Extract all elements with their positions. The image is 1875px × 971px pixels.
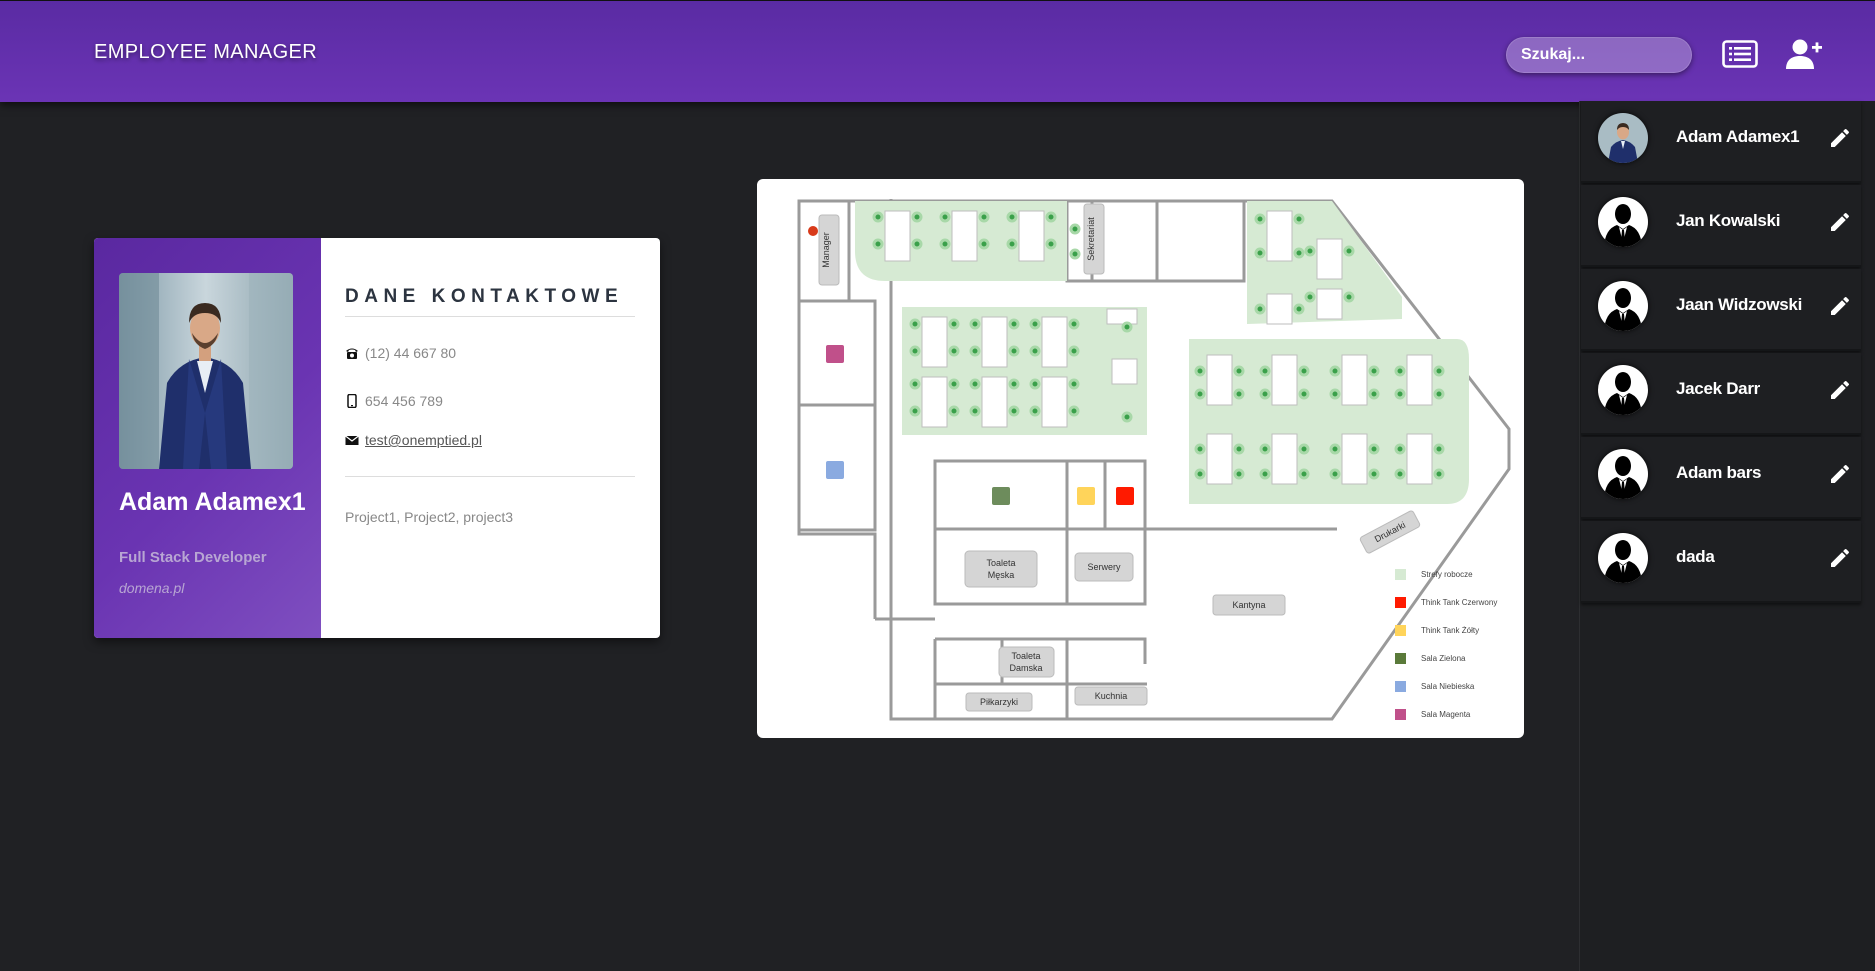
employee-list-item[interactable]: Jan Kowalski [1581, 185, 1861, 267]
user-silhouette-icon [1598, 197, 1648, 247]
mobile-phone-icon [345, 394, 359, 408]
avatar [1598, 533, 1648, 583]
employee-card: Adam Adamex1 Full Stack Developer domena… [94, 238, 660, 638]
add-employee-button[interactable] [1784, 36, 1824, 72]
add-user-icon [1786, 39, 1822, 69]
user-silhouette-icon [1598, 365, 1648, 415]
legend-think-tank-czerwony: Think Tank Czerwony [1421, 598, 1497, 607]
room-kuchnia: Kuchnia [1095, 691, 1128, 701]
avatar [1598, 365, 1648, 415]
legend-sala-magenta: Sala Magenta [1421, 710, 1471, 719]
user-silhouette-icon [1598, 449, 1648, 499]
office-floor-plan: Manager Sekretariat Toaleta Męska Serwer… [757, 179, 1524, 738]
employee-photo [119, 273, 293, 469]
room-sekretariat: Sekretariat [1086, 217, 1096, 261]
employee-job-title: Full Stack Developer [119, 549, 267, 566]
employee-list-item[interactable]: Adam bars [1581, 437, 1861, 519]
legend-strefy: Strefy robocze [1421, 570, 1473, 579]
list-icon [1722, 40, 1758, 68]
pencil-icon [1831, 548, 1849, 567]
room-toaleta-damska-1: Toaleta [1011, 651, 1040, 661]
edit-button[interactable] [1828, 210, 1852, 234]
phone-icon [345, 346, 359, 360]
room-toaleta-damska-2: Damska [1009, 663, 1042, 673]
avatar [1598, 197, 1648, 247]
legend-think-tank-zolty: Think Tank Żółty [1421, 626, 1479, 635]
employee-list-button[interactable] [1720, 36, 1760, 72]
card-left-panel: Adam Adamex1 Full Stack Developer domena… [94, 238, 321, 638]
divider [345, 476, 635, 477]
pencil-icon [1831, 128, 1849, 147]
user-silhouette-icon [1598, 533, 1648, 583]
employee-domain: domena.pl [119, 580, 185, 596]
edit-button[interactable] [1828, 462, 1852, 486]
pencil-icon [1831, 212, 1849, 231]
edit-button[interactable] [1828, 378, 1852, 402]
room-pilkarzyki: Piłkarzyki [980, 697, 1018, 707]
legend-sala-zielona: Sala Zielona [1421, 654, 1466, 663]
edit-button[interactable] [1828, 126, 1852, 150]
user-silhouette-icon [1598, 281, 1648, 331]
employee-list-item[interactable]: Adam Adamex1 [1581, 101, 1861, 183]
employee-list-name: Jacek Darr [1676, 379, 1760, 398]
app-title[interactable]: EMPLOYEE MANAGER [94, 41, 317, 64]
room-toaleta-meska-1: Toaleta [986, 558, 1015, 568]
mobile-row: 654 456 789 [345, 393, 443, 409]
room-manager: Manager [821, 232, 831, 268]
employee-list-name: Adam Adamex1 [1676, 127, 1800, 146]
mobile-number: 654 456 789 [365, 393, 443, 409]
email-link[interactable]: test@onemptied.pl [365, 432, 482, 448]
contact-panel: DANE KONTAKTOWE (12) 44 667 80 654 456 7… [345, 238, 635, 638]
employee-name: Adam Adamex1 [119, 488, 306, 516]
employee-list-item[interactable]: Jacek Darr [1581, 353, 1861, 435]
avatar [1598, 449, 1648, 499]
legend-sala-niebieska: Sala Niebieska [1421, 682, 1475, 691]
room-kantyna: Kantyna [1232, 600, 1265, 610]
email-row: test@onemptied.pl [345, 432, 482, 448]
mail-icon [345, 433, 359, 447]
employee-list-item[interactable]: dada [1581, 521, 1861, 603]
edit-button[interactable] [1828, 546, 1852, 570]
employee-list-name: Jaan Widzowski [1676, 295, 1803, 314]
avatar [1598, 113, 1648, 163]
pencil-icon [1831, 380, 1849, 399]
employee-list-name: Adam bars [1676, 463, 1762, 482]
room-toaleta-meska-2: Męska [988, 570, 1015, 580]
phone-number: (12) 44 667 80 [365, 345, 457, 361]
employee-list-item[interactable]: Jaan Widzowski [1581, 269, 1861, 351]
pencil-icon [1831, 464, 1849, 483]
employee-sidebar: Adam Adamex1 Jan Kowalski Jaan Widzowski… [1579, 101, 1875, 971]
edit-button[interactable] [1828, 294, 1852, 318]
room-serwery: Serwery [1087, 562, 1121, 572]
pencil-icon [1831, 296, 1849, 315]
employee-list-name: Jan Kowalski [1676, 211, 1781, 230]
avatar [1598, 281, 1648, 331]
phone-row: (12) 44 667 80 [345, 345, 456, 361]
employee-list-name: dada [1676, 547, 1715, 566]
contact-section-title: DANE KONTAKTOWE [345, 286, 635, 317]
app-header: EMPLOYEE MANAGER [0, 0, 1875, 102]
projects-list: Project1, Project2, project3 [345, 509, 514, 525]
search-input[interactable] [1506, 37, 1692, 73]
